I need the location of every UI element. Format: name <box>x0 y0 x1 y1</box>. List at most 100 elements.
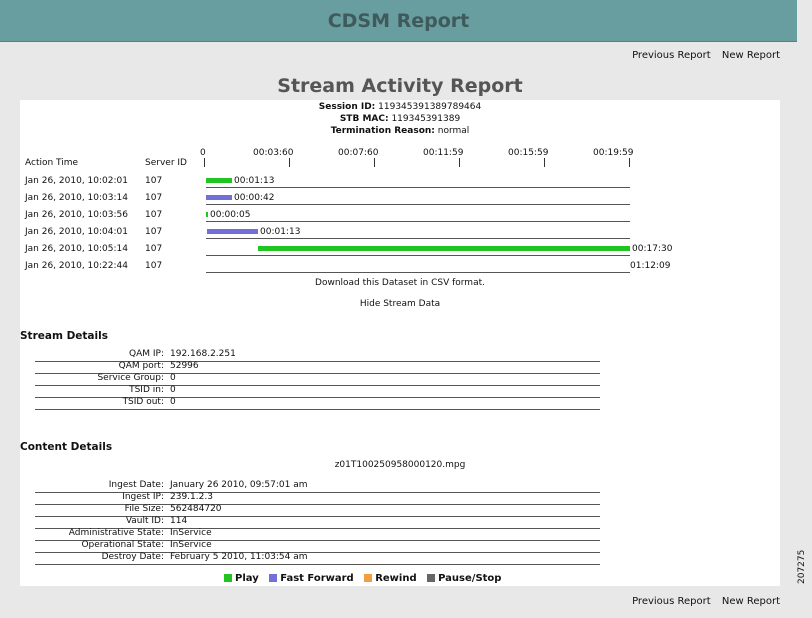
detail-value: January 26 2010, 09:57:01 am <box>170 480 308 490</box>
row-time: Jan 26, 2010, 10:03:56 <box>25 210 128 220</box>
bottom-nav: Previous Report New Report <box>624 596 780 607</box>
session-id-line: Session ID: 119345391389789464 <box>20 102 780 112</box>
row-server: 107 <box>145 176 163 186</box>
detail-label: Service Group: <box>97 373 164 383</box>
tick-label-0: 0 <box>200 148 206 158</box>
detail-label: Administrative State: <box>68 528 164 538</box>
fast-forward-bar <box>206 195 232 200</box>
new-report-link[interactable]: New Report <box>722 596 780 607</box>
row-duration: 00:01:13 <box>260 227 301 237</box>
play-bar <box>258 246 630 251</box>
detail-value: 192.168.2.251 <box>170 349 236 359</box>
row-time: Jan 26, 2010, 10:02:01 <box>25 176 128 186</box>
row-divider <box>206 272 630 273</box>
legend-label: Fast Forward <box>280 573 354 584</box>
play-bar <box>206 178 232 183</box>
figure-id: 207275 <box>797 549 807 584</box>
detail-label: Ingest IP: <box>122 492 164 502</box>
legend-label: Rewind <box>375 573 417 584</box>
detail-label: File Size: <box>124 504 164 514</box>
legend-fast-forward: Fast Forward <box>269 573 354 584</box>
hide-stream-data-link[interactable]: Hide Stream Data <box>360 299 440 309</box>
termination-value: normal <box>437 126 470 136</box>
legend-label: Play <box>235 573 259 584</box>
row-duration: 00:00:42 <box>234 193 275 203</box>
col-server-id: Server ID <box>145 158 187 168</box>
row-duration: 01:12:09 <box>630 261 671 271</box>
row-divider <box>206 238 630 239</box>
col-action-time: Action Time <box>25 158 79 168</box>
detail-value: 562484720 <box>170 504 222 514</box>
detail-label: QAM port: <box>118 361 164 371</box>
row-server: 107 <box>145 193 163 203</box>
previous-report-link[interactable]: Previous Report <box>632 50 711 61</box>
content-details-title: Content Details <box>20 441 113 453</box>
tick-label-4: 00:15:59 <box>508 148 549 158</box>
new-report-link[interactable]: New Report <box>722 50 780 61</box>
row-server: 107 <box>145 261 163 271</box>
detail-value: InService <box>170 540 212 550</box>
detail-label: TSID out: <box>122 397 164 407</box>
rewind-swatch-icon <box>364 574 373 582</box>
download-wrap: Download this Dataset in CSV format. <box>20 278 780 288</box>
termination-line: Termination Reason: normal <box>20 126 780 136</box>
legend-label: Pause/Stop <box>438 573 502 584</box>
content-filename: z01T100250958000120.mpg <box>334 460 466 470</box>
row-duration: 00:01:13 <box>234 176 275 186</box>
detail-label: QAM IP: <box>129 349 164 359</box>
tick-label-5: 00:19:59 <box>593 148 634 158</box>
termination-label: Termination Reason: <box>330 126 435 136</box>
detail-label: Operational State: <box>81 540 164 550</box>
tick-label-2: 00:07:60 <box>338 148 379 158</box>
detail-value: 0 <box>170 397 176 407</box>
tick-label-3: 00:11:59 <box>423 148 464 158</box>
detail-label: Destroy Date: <box>101 552 164 562</box>
page-title: Stream Activity Report <box>277 75 523 97</box>
session-id-value: 119345391389789464 <box>378 102 482 112</box>
detail-value: 114 <box>170 516 188 526</box>
detail-value: 52996 <box>170 361 199 371</box>
stream-detail-row: TSID out: 0 <box>35 397 600 410</box>
content-detail-row: Destroy Date: February 5 2010, 11:03:54 … <box>35 552 600 565</box>
tick-label-1: 00:03:60 <box>253 148 294 158</box>
tick-mark-0 <box>204 158 205 167</box>
legend-play: Play <box>224 573 259 584</box>
tick-mark-4 <box>544 158 545 167</box>
app-title: CDSM Report <box>327 10 470 32</box>
row-time: Jan 26, 2010, 10:04:01 <box>25 227 128 237</box>
pause-stop-swatch-icon <box>427 574 436 582</box>
row-duration: 00:17:30 <box>632 244 673 254</box>
detail-value: February 5 2010, 11:03:54 am <box>170 552 308 562</box>
stb-mac-label: STB MAC: <box>339 114 389 124</box>
tick-mark-1 <box>289 158 290 167</box>
detail-value: InService <box>170 528 212 538</box>
download-csv-link[interactable]: Download this Dataset in CSV format. <box>315 278 485 288</box>
row-divider <box>206 187 630 188</box>
stb-mac-line: STB MAC: 119345391389 <box>20 114 780 124</box>
stream-details-title: Stream Details <box>20 330 108 342</box>
row-duration: 00:00:05 <box>210 210 251 220</box>
detail-label: Ingest Date: <box>108 480 164 490</box>
fast-forward-bar <box>207 229 258 234</box>
hide-wrap: Hide Stream Data <box>20 299 780 309</box>
tick-mark-3 <box>459 158 460 167</box>
row-server: 107 <box>145 210 163 220</box>
legend: Play Fast Forward Rewind Pause/Stop <box>224 573 508 584</box>
row-divider <box>206 255 630 256</box>
tick-mark-2 <box>374 158 375 167</box>
report-panel: Session ID: 119345391389789464 STB MAC: … <box>20 100 780 586</box>
previous-report-link[interactable]: Previous Report <box>632 596 711 607</box>
fast-forward-swatch-icon <box>269 574 278 582</box>
row-divider <box>206 221 630 222</box>
tick-mark-5 <box>629 158 630 167</box>
row-server: 107 <box>145 244 163 254</box>
row-time: Jan 26, 2010, 10:05:14 <box>25 244 128 254</box>
detail-value: 0 <box>170 373 176 383</box>
detail-label: Vault ID: <box>125 516 164 526</box>
row-server: 107 <box>145 227 163 237</box>
detail-label: TSID in: <box>129 385 164 395</box>
legend-rewind: Rewind <box>364 573 417 584</box>
detail-value: 0 <box>170 385 176 395</box>
detail-value: 239.1.2.3 <box>170 492 213 502</box>
top-nav: Previous Report New Report <box>624 50 780 61</box>
